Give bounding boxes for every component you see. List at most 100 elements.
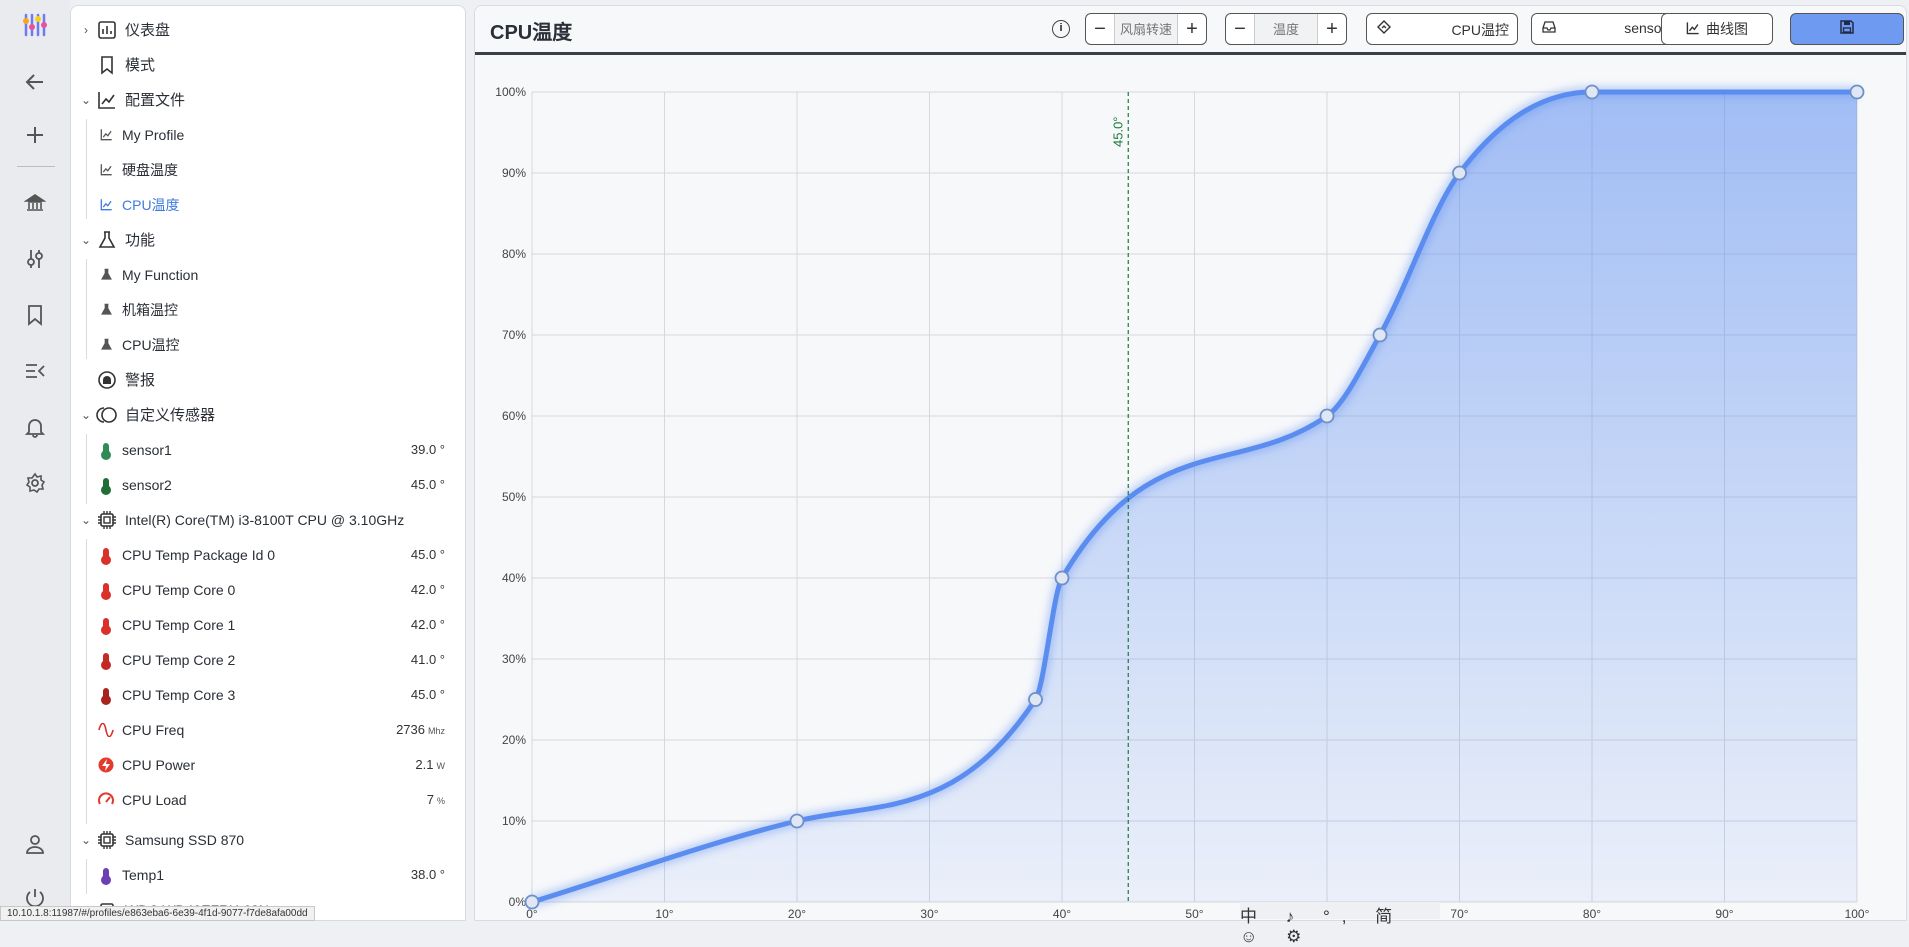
x-tick-label: 70° [1450, 907, 1468, 920]
chevron-down-icon[interactable]: ⌄ [79, 513, 93, 527]
fan-curve-chart[interactable]: 0%10%20%30%40%50%60%70%80%90%100%0° 10° 20… [475, 52, 1906, 920]
y-tick-label: 0% [509, 895, 527, 909]
sensor-icon [1542, 20, 1556, 37]
home-icon[interactable] [21, 189, 49, 217]
bookmark-icon[interactable] [21, 301, 49, 329]
x-tick-label: 100° [1845, 907, 1870, 920]
x-tick-label: 90° [1715, 907, 1733, 920]
tree-item-sensor[interactable]: CPU Temp Core 2 41.0 ° [71, 642, 465, 677]
y-tick-label: 10% [502, 814, 526, 828]
increment-button[interactable]: + [1318, 14, 1346, 44]
curve-point[interactable] [789, 813, 805, 829]
tree-item-sensor[interactable]: CPU Temp Core 0 42.0 ° [71, 572, 465, 607]
tree-group-label: 模式 [125, 57, 156, 74]
list-collapse-icon[interactable] [21, 357, 49, 385]
flask-icon [96, 229, 118, 251]
tree-group-modes[interactable]: 模式 [71, 47, 465, 82]
curve-point[interactable] [524, 894, 540, 910]
tree-group-custom-sensors[interactable]: ⌄ 自定义传感器 [71, 397, 465, 432]
tree-item-sensor[interactable]: sensor2 45.0 ° [71, 467, 465, 502]
tune-icon[interactable] [21, 245, 49, 273]
tree-item-sensor[interactable]: Temp1 38.0 ° [71, 857, 465, 892]
tree-group-cpu-device[interactable]: ⌄ Intel(R) Core(TM) i3-8100T CPU @ 3.10G… [71, 502, 465, 537]
tree-item-profile[interactable]: 硬盘温度 [71, 152, 465, 187]
curve-point[interactable] [1452, 165, 1467, 181]
tree-item-label: CPU温控 [122, 336, 180, 353]
tree-item-sensor[interactable]: CPU Temp Package Id 0 45.0 ° [71, 537, 465, 572]
bell-icon[interactable] [21, 413, 49, 441]
fan-speed-input[interactable] [1114, 14, 1178, 44]
y-tick-label: 20% [502, 733, 526, 747]
tree-group-functions[interactable]: ⌄ 功能 [71, 222, 465, 257]
tree-item-sensor[interactable]: CPU Load 7% [71, 782, 465, 817]
sensor-value: 45.0 ° [410, 687, 445, 702]
chevron-down-icon[interactable]: ⌄ [79, 408, 93, 422]
curve-point[interactable] [1319, 408, 1335, 424]
tree-item-sensor[interactable]: CPU Temp Core 3 45.0 ° [71, 677, 465, 712]
chip-icon [96, 829, 118, 851]
tree-group-label: Samsung SSD 870 [125, 831, 245, 848]
function-select[interactable]: CPU温控 [1366, 13, 1518, 45]
tree-group-alarms[interactable]: 警报 [71, 362, 465, 397]
increment-button[interactable]: + [1178, 14, 1206, 44]
line-chart-icon [98, 163, 114, 176]
decrement-button[interactable]: − [1226, 14, 1254, 44]
add-icon[interactable] [21, 121, 49, 149]
thermometer-icon [98, 477, 114, 495]
logo-icon[interactable] [21, 11, 49, 39]
tree-item-function[interactable]: CPU温控 [71, 327, 465, 362]
y-tick-label: 70% [502, 328, 526, 342]
tree-item-function[interactable]: My Function [71, 257, 465, 292]
line-chart-icon [98, 128, 114, 141]
tree-item-profile-active[interactable]: CPU温度 [71, 187, 465, 222]
chart-type-label: 曲线图 [1706, 21, 1748, 37]
chart-type-button[interactable]: 曲线图 [1661, 13, 1773, 45]
back-icon[interactable] [21, 68, 49, 96]
lightning-icon [98, 757, 114, 773]
chevron-down-icon[interactable]: ⌄ [79, 233, 93, 247]
tree-group-dashboard[interactable]: › 仪表盘 [71, 12, 465, 47]
thermometer-icon [98, 582, 114, 600]
value-number: 2.1 [415, 757, 434, 772]
curve-point[interactable] [1054, 570, 1070, 586]
info-icon[interactable]: i [1052, 20, 1070, 38]
tree-group-label: 配置文件 [125, 92, 186, 109]
user-icon[interactable] [21, 830, 49, 858]
tree-item-label: My Profile [122, 126, 185, 143]
tree-item-sensor[interactable]: CPU Power 2.1 W [71, 747, 465, 782]
save-button[interactable] [1790, 13, 1904, 45]
chevron-right-icon[interactable]: › [79, 23, 93, 37]
tree-item-sensor[interactable]: CPU Temp Core 1 42.0 ° [71, 607, 465, 642]
thermometer-icon [98, 617, 114, 635]
chevron-down-icon[interactable]: ⌄ [79, 93, 93, 107]
tree-item-sensor[interactable]: sensor1 39.0 ° [71, 432, 465, 467]
sensor-value: 42.0 ° [410, 582, 445, 597]
curve-point[interactable] [1849, 84, 1865, 100]
thermometer-icon [98, 652, 114, 670]
curve-point[interactable] [1584, 84, 1600, 100]
decrement-button[interactable]: − [1086, 14, 1114, 44]
curve-point[interactable] [1372, 327, 1388, 343]
tree-item-label: CPU Temp Package Id 0 [122, 546, 276, 563]
tree-group-label: Intel(R) Core(TM) i3-8100T CPU @ 3.10GHz [125, 511, 405, 528]
temperature-input[interactable] [1254, 14, 1318, 44]
tree-group-label: 自定义传感器 [125, 407, 216, 424]
x-tick-label: 20° [788, 907, 806, 920]
tree-item-label: CPU Load [122, 791, 187, 808]
sensor-value: 39.0 ° [410, 442, 445, 457]
settings-icon[interactable] [21, 469, 49, 497]
tree-item-label: My Function [122, 266, 199, 283]
marker-label: 45.0° [1110, 116, 1125, 147]
tree-item-function[interactable]: 机箱温控 [71, 292, 465, 327]
sensor-value: 38.0 ° [410, 867, 445, 882]
curve-point[interactable] [1028, 692, 1043, 707]
sine-wave-icon [98, 722, 114, 737]
y-tick-label: 50% [502, 490, 526, 504]
x-tick-label: 30° [920, 907, 938, 920]
alarm-icon [96, 369, 118, 391]
tree-group-ssd-device[interactable]: ⌄ Samsung SSD 870 [71, 822, 465, 857]
tree-item-sensor[interactable]: CPU Freq 2736 Mhz [71, 712, 465, 747]
tree-item-profile[interactable]: My Profile [71, 117, 465, 152]
chevron-down-icon[interactable]: ⌄ [79, 833, 93, 847]
tree-group-profiles[interactable]: ⌄ 配置文件 [71, 82, 465, 117]
